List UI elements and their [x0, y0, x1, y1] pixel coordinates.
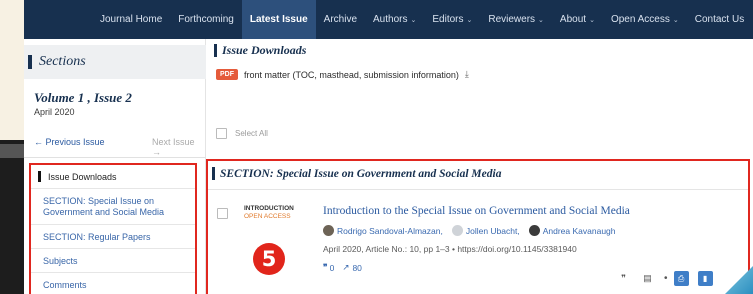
quote-icon[interactable]: ❞ — [616, 271, 631, 286]
author-link[interactable]: Jollen Ubacht, — [451, 225, 520, 236]
chevron-down-icon: ⌄ — [466, 16, 473, 24]
downloads-trend-icon: ↗ — [342, 262, 350, 272]
section-nav-regular-papers[interactable]: SECTION: Regular Papers — [31, 225, 195, 249]
bookmark-icon[interactable]: ▤ — [640, 271, 655, 286]
main-content: Issue Downloads PDF front matter (TOC, m… — [206, 39, 753, 294]
citation-count: 0 — [329, 262, 335, 273]
section-nav-subjects[interactable]: Subjects — [31, 249, 195, 273]
article-checkbox[interactable] — [217, 208, 228, 219]
select-all-label: Select All — [235, 129, 268, 138]
top-navigation: Journal Home Forthcoming Latest Issue Archi… — [24, 0, 753, 39]
select-all-row: Select All — [216, 128, 268, 139]
open-access-label: OPEN ACCESS — [244, 213, 291, 220]
chevron-down-icon: ⌄ — [672, 16, 679, 24]
separator-dot: • — [664, 273, 668, 284]
author-link[interactable]: Andrea Kavanaugh — [528, 225, 616, 236]
nav-item-authors[interactable]: Authors ⌄ — [365, 0, 424, 39]
nav-item-contact-us[interactable]: Contact Us — [687, 0, 752, 39]
nav-item-forthcoming[interactable]: Forthcoming — [170, 0, 242, 39]
author-link[interactable]: Rodrigo Sandoval-Almazan, — [323, 225, 443, 236]
divider — [208, 189, 748, 190]
chevron-down-icon: ⌄ — [410, 16, 417, 24]
left-dark-strip — [0, 140, 24, 294]
issue-downloads-heading: Issue Downloads — [214, 43, 306, 58]
front-matter-link[interactable]: front matter (TOC, masthead, submission … — [244, 70, 459, 80]
issue-date: April 2020 — [34, 107, 75, 117]
article-title-link[interactable]: Introduction to the Special Issue on Gov… — [323, 205, 630, 217]
divider — [24, 157, 206, 158]
avatar — [323, 225, 334, 236]
volume-issue-heading: Volume 1 , Issue 2 — [34, 90, 132, 105]
avatar — [451, 225, 463, 236]
pdf-download-icon[interactable]: ⎙ — [673, 271, 689, 286]
download-icon[interactable]: ⤓ — [465, 69, 469, 80]
section-nav-highlight-box: Issue Downloads SECTION: Special Issue o… — [29, 163, 197, 294]
section-nav-comments[interactable]: Comments — [31, 273, 195, 294]
section-heading: SECTION: Special Issue on Government and… — [212, 167, 501, 180]
article-meta: April 2020, Article No.: 10, pp 1–3 • ht… — [323, 244, 577, 254]
html-view-icon[interactable]: ▮ — [697, 271, 713, 286]
chevron-down-icon: ⌄ — [589, 16, 595, 24]
nav-item-about[interactable]: About ⌄ — [552, 0, 603, 39]
pdf-icon[interactable]: PDF — [216, 69, 238, 80]
download-count: 80 — [352, 262, 362, 273]
sections-title: Sections — [39, 54, 86, 69]
section-highlight-box: SECTION: Special Issue on Government and… — [206, 159, 750, 294]
next-issue-link: Next Issue → — [152, 137, 195, 157]
article-metrics: ❞ 0 ↗ 80 — [323, 262, 362, 273]
chevron-down-icon: ⌄ — [538, 16, 544, 24]
nav-item-journal-home[interactable]: Journal Home — [92, 0, 170, 39]
annotation-marker: 5 — [253, 243, 285, 275]
previous-issue-link[interactable]: ← Previous Issue — [34, 137, 105, 147]
nav-item-editors[interactable]: Editors ⌄ — [424, 0, 480, 39]
article-type-label: INTRODUCTION — [244, 205, 294, 212]
author-list: Rodrigo Sandoval-Almazan, Jollen Ubacht,… — [323, 225, 625, 236]
section-nav-issue-downloads[interactable]: Issue Downloads — [31, 165, 195, 189]
front-matter-row: PDF front matter (TOC, masthead, submiss… — [216, 69, 469, 80]
article-tools: ❞ ▤ • ⎙ ▮ — [616, 271, 722, 286]
nav-item-latest-issue[interactable]: Latest Issue — [241, 0, 316, 39]
select-all-checkbox[interactable] — [216, 128, 227, 139]
nav-item-open-access[interactable]: Open Access ⌄ — [603, 0, 687, 39]
sections-header: Sections — [24, 45, 206, 79]
left-sidebar: Sections Volume 1 , Issue 2 April 2020 ←… — [24, 39, 206, 294]
nav-item-reviewers[interactable]: Reviewers ⌄ — [480, 0, 552, 39]
avatar — [528, 225, 540, 236]
citation-icon: ❞ — [323, 262, 328, 272]
section-nav-special-issue[interactable]: SECTION: Special Issue on Government and… — [31, 189, 195, 225]
nav-item-archive[interactable]: Archive — [316, 0, 365, 39]
